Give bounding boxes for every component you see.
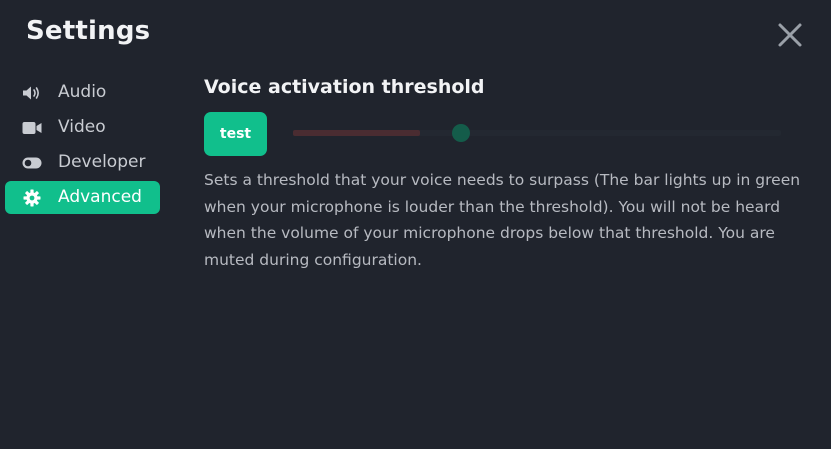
sidebar-item-developer[interactable]: Developer	[5, 146, 160, 179]
settings-dialog: Settings Audio Video Developer Advanced …	[0, 0, 831, 449]
close-icon	[773, 18, 807, 52]
speaker-icon	[22, 84, 42, 101]
sidebar-item-advanced[interactable]: Advanced	[5, 181, 160, 214]
toggle-icon	[22, 154, 42, 171]
gear-icon	[22, 189, 42, 206]
slider-thumb[interactable]	[452, 124, 471, 142]
section-title: Voice activation threshold	[204, 76, 485, 98]
test-button[interactable]: test	[204, 112, 267, 156]
threshold-row: test	[204, 112, 814, 156]
sidebar-item-label: Audio	[58, 82, 107, 102]
sidebar-item-audio[interactable]: Audio	[5, 76, 160, 109]
advanced-settings-panel: Voice activation threshold test Sets a t…	[204, 76, 814, 273]
sidebar-item-label: Developer	[58, 152, 146, 172]
input-level-bar	[293, 130, 420, 136]
video-camera-icon	[22, 119, 42, 136]
threshold-description: Sets a threshold that your voice needs t…	[204, 171, 801, 269]
sidebar-item-label: Advanced	[58, 187, 142, 207]
close-button[interactable]	[773, 18, 807, 52]
dialog-title: Settings	[26, 16, 151, 46]
sidebar-item-video[interactable]: Video	[5, 111, 160, 144]
sidebar-item-label: Video	[58, 117, 106, 137]
settings-sidebar: Audio Video Developer Advanced	[5, 76, 160, 216]
threshold-slider[interactable]	[293, 124, 781, 142]
